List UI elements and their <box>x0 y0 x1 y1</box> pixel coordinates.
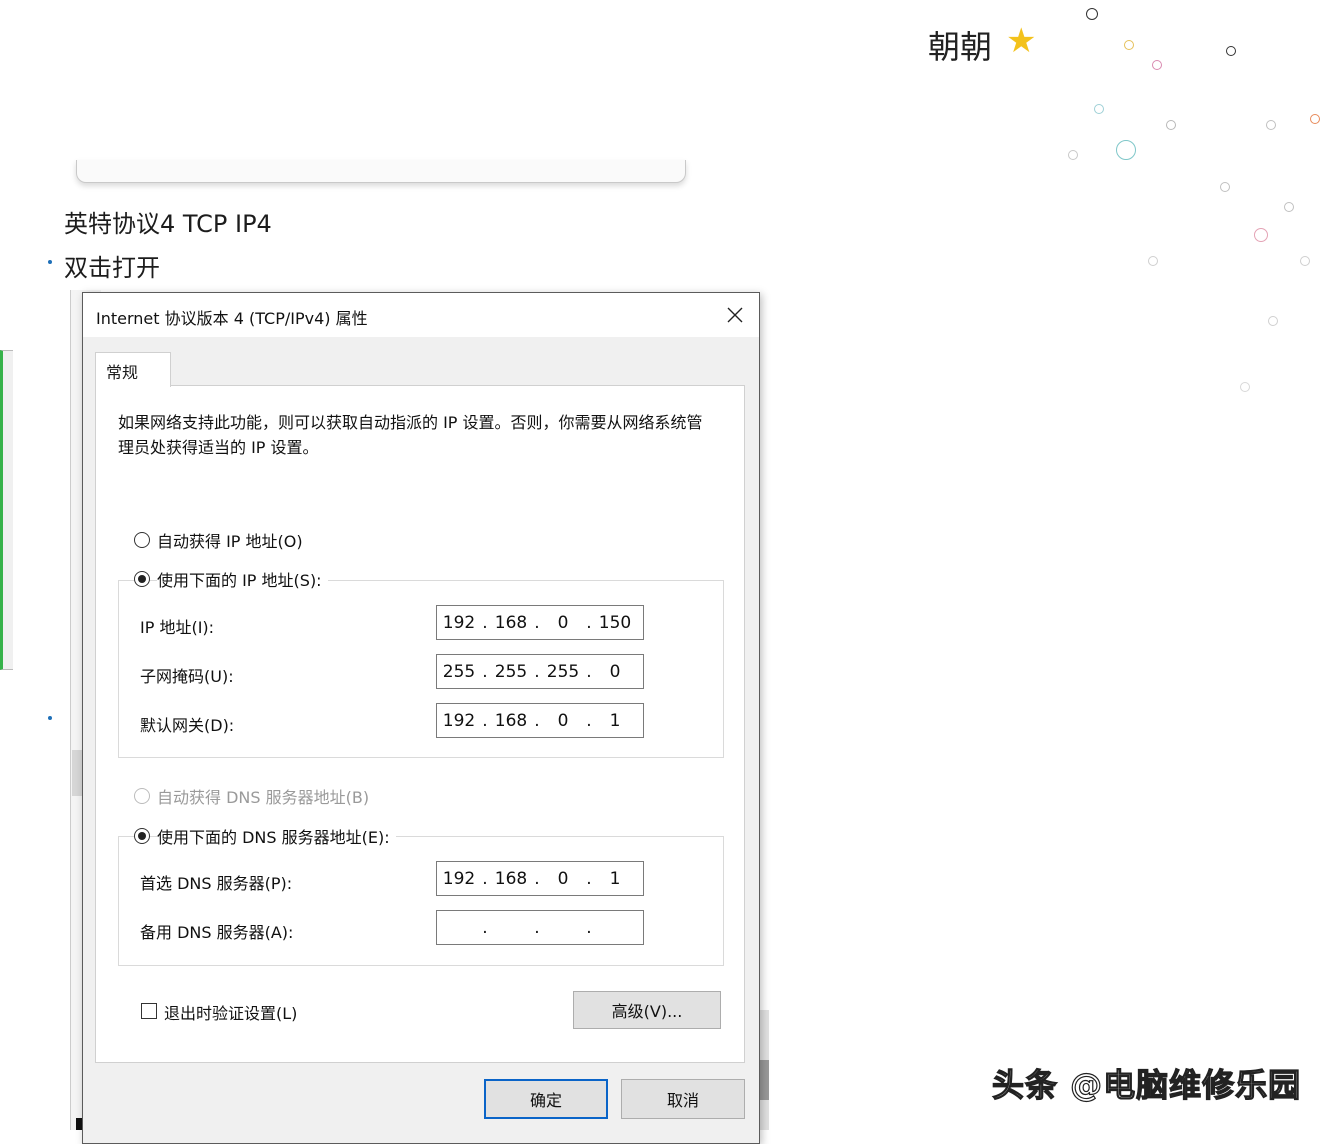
tab-label: 常规 <box>106 363 139 382</box>
radio-manual-dns-label[interactable]: 使用下面的 DNS 服务器地址(E): <box>157 824 396 848</box>
default-gateway-input[interactable]: 192. 168. 0. 1 <box>436 703 644 738</box>
radio-manual-ip-label[interactable]: 使用下面的 IP 地址(S): <box>157 567 328 591</box>
validate-on-exit-checkbox[interactable] <box>141 1003 157 1019</box>
validate-on-exit-label[interactable]: 退出时验证设置(L) <box>164 1000 297 1024</box>
close-icon <box>727 307 743 323</box>
alternate-dns-label: 备用 DNS 服务器(A): <box>140 923 294 942</box>
alternate-dns-input[interactable]: . . . <box>436 910 644 945</box>
article-text-line: 双击打开 <box>64 254 160 282</box>
cancel-button[interactable]: 取消 <box>621 1079 745 1119</box>
tab-general[interactable]: 常规 <box>95 352 171 387</box>
article-text-line: 英特协议4 TCP IP4 <box>64 210 272 238</box>
bullet-dot <box>48 260 52 264</box>
radio-auto-ip-label[interactable]: 自动获得 IP 地址(O) <box>157 528 303 552</box>
bullet-dot <box>48 716 52 720</box>
title-bar[interactable]: Internet 协议版本 4 (TCP/IPv4) 属性 <box>83 293 759 337</box>
background-panel <box>0 350 13 670</box>
preferred-dns-label: 首选 DNS 服务器(P): <box>140 874 293 893</box>
previous-screenshot-edge <box>76 160 686 183</box>
general-panel: 如果网络支持此功能，则可以获取自动指派的 IP 设置。否则，你需要从网络系统管理… <box>95 385 745 1063</box>
subnet-mask-label: 子网掩码(U): <box>140 667 234 686</box>
description-text: 如果网络支持此功能，则可以获取自动指派的 IP 设置。否则，你需要从网络系统管理… <box>118 413 703 457</box>
dialog-title: Internet 协议版本 4 (TCP/IPv4) 属性 <box>96 309 368 328</box>
ip-address-input[interactable]: 192. 168. 0. 150 <box>436 605 644 640</box>
default-gateway-label: 默认网关(D): <box>140 716 235 735</box>
star-badge-icon: ★ <box>1006 21 1037 61</box>
preferred-dns-input[interactable]: 192. 168. 0. 1 <box>436 861 644 896</box>
subnet-mask-input[interactable]: 255. 255. 255. 0 <box>436 654 644 689</box>
tcpip-properties-dialog: Internet 协议版本 4 (TCP/IPv4) 属性 常规 如果网络支持此… <box>82 292 760 1144</box>
close-button[interactable] <box>719 299 751 331</box>
radio-manual-dns[interactable] <box>134 828 150 844</box>
ok-button[interactable]: 确定 <box>484 1079 608 1119</box>
radio-auto-ip[interactable] <box>134 532 150 548</box>
radio-auto-dns-label: 自动获得 DNS 服务器地址(B) <box>157 788 370 807</box>
advanced-button[interactable]: 高级(V)... <box>573 991 721 1029</box>
radio-manual-ip[interactable] <box>134 571 150 587</box>
watermark-text: 头条 @电脑维修乐园 <box>991 1065 1302 1104</box>
username: 朝朝 <box>928 28 993 66</box>
ip-address-label: IP 地址(I): <box>140 618 215 637</box>
dns-settings-group <box>118 836 724 966</box>
radio-auto-dns <box>134 788 150 804</box>
